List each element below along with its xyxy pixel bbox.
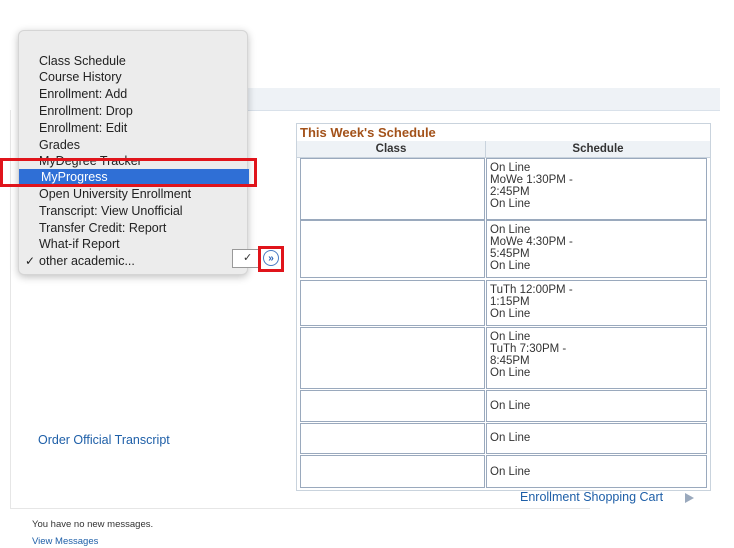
class-cell xyxy=(300,390,485,422)
menu-item-open-university-enrollment[interactable]: Open University Enrollment xyxy=(39,186,191,202)
schedule-text: On Line MoWe 1:30PM - 2:45PM On Line xyxy=(490,162,573,210)
order-official-transcript-link[interactable]: Order Official Transcript xyxy=(38,433,170,447)
schedule-text: On Line xyxy=(490,466,531,478)
academics-dropdown-menu[interactable]: Class Schedule Course History Enrollment… xyxy=(18,30,249,275)
class-cell xyxy=(300,158,485,220)
schedule-text: On Line xyxy=(490,400,531,412)
double-chevron-right-icon[interactable]: » xyxy=(263,250,279,266)
schedule-cell: On Line xyxy=(486,455,707,488)
menu-item-transcript-view-unofficial[interactable]: Transcript: View Unofficial xyxy=(39,203,183,219)
view-messages-link[interactable]: View Messages xyxy=(32,536,98,547)
class-cell xyxy=(300,327,485,389)
menu-item-transfer-credit-report[interactable]: Transfer Credit: Report xyxy=(39,220,166,236)
schedule-cell: On Line xyxy=(486,390,707,422)
column-header-class: Class xyxy=(297,141,486,158)
schedule-cell: On Line xyxy=(486,423,707,454)
class-cell xyxy=(300,423,485,454)
menu-item-course-history[interactable]: Course History xyxy=(39,69,122,85)
menu-item-enrollment-edit[interactable]: Enrollment: Edit xyxy=(39,120,127,136)
schedule-cell: On Line MoWe 1:30PM - 2:45PM On Line xyxy=(486,158,707,220)
play-arrow-icon[interactable] xyxy=(685,493,694,503)
schedule-cell: On Line TuTh 7:30PM - 8:45PM On Line xyxy=(486,327,707,389)
checkmark-icon: ✓ xyxy=(25,254,36,268)
schedule-title: This Week's Schedule xyxy=(300,125,436,140)
schedule-cell: On Line MoWe 4:30PM - 5:45PM On Line xyxy=(486,220,707,278)
class-cell xyxy=(300,220,485,278)
menu-item-class-schedule[interactable]: Class Schedule xyxy=(39,53,126,69)
select-check-icon: ✓ xyxy=(243,252,253,264)
menu-item-other-academic[interactable]: other academic... xyxy=(39,253,135,269)
weekly-schedule-panel: This Week's Schedule Class Schedule On L… xyxy=(296,123,711,491)
myprogress-highlight-box xyxy=(0,158,257,187)
schedule-text: On Line xyxy=(490,432,531,444)
enrollment-shopping-cart-link[interactable]: Enrollment Shopping Cart xyxy=(520,490,663,504)
schedule-text: On Line MoWe 4:30PM - 5:45PM On Line xyxy=(490,224,573,272)
class-cell xyxy=(300,455,485,488)
menu-item-enrollment-drop[interactable]: Enrollment: Drop xyxy=(39,103,133,119)
menu-item-grades[interactable]: Grades xyxy=(39,137,80,153)
class-cell xyxy=(300,280,485,326)
schedule-text: TuTh 12:00PM - 1:15PM On Line xyxy=(490,284,573,320)
bottom-rule xyxy=(10,508,590,509)
messages-status-text: You have no new messages. xyxy=(32,519,154,530)
column-header-schedule: Schedule xyxy=(486,141,710,158)
menu-item-enrollment-add[interactable]: Enrollment: Add xyxy=(39,86,127,102)
schedule-cell: TuTh 12:00PM - 1:15PM On Line xyxy=(486,280,707,326)
menu-item-what-if-report[interactable]: What-if Report xyxy=(39,236,120,252)
schedule-text: On Line TuTh 7:30PM - 8:45PM On Line xyxy=(490,331,567,379)
